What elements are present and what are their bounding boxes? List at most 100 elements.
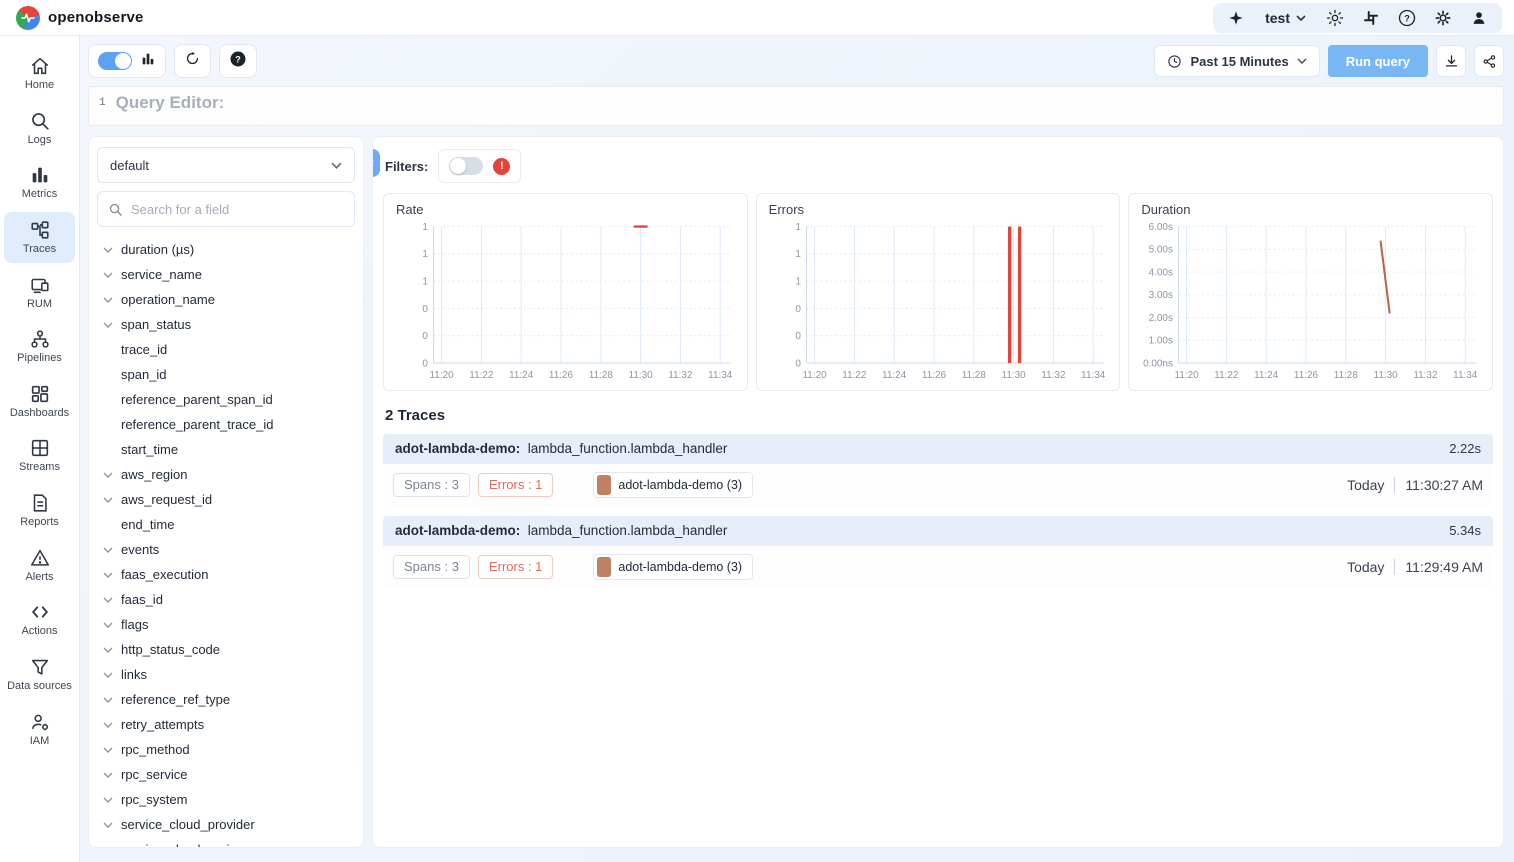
field-search-input[interactable] xyxy=(131,202,344,217)
time-range-picker[interactable]: Past 15 Minutes xyxy=(1154,45,1319,77)
download-button[interactable] xyxy=(1436,45,1466,77)
sql-mode-toggle[interactable] xyxy=(98,52,132,70)
trace-row[interactable]: adot-lambda-demo: lambda_function.lambda… xyxy=(383,516,1493,588)
field-item[interactable]: operation_name xyxy=(97,287,355,312)
sparkle-icon[interactable] xyxy=(1225,7,1247,29)
svg-text:1: 1 xyxy=(422,276,428,287)
svg-text:11:30: 11:30 xyxy=(629,370,654,381)
field-label: start_time xyxy=(121,442,178,457)
sun-icon[interactable] xyxy=(1324,7,1346,29)
sidebar-item-reports[interactable]: Reports xyxy=(4,485,75,536)
sidebar-item-rum[interactable]: RUM xyxy=(4,267,75,318)
home-icon xyxy=(29,55,51,77)
chevron-down-icon xyxy=(101,797,115,803)
sidebar-item-actions[interactable]: Actions xyxy=(4,594,75,645)
trace-timestamp: Today11:29:49 AM xyxy=(1347,559,1483,575)
field-label: events xyxy=(121,542,159,557)
openobserve-logo-icon xyxy=(16,6,40,30)
filters-error-icon[interactable]: ! xyxy=(493,158,510,175)
svg-text:1: 1 xyxy=(795,276,801,287)
service-color-swatch xyxy=(597,475,611,495)
sidebar-item-alerts[interactable]: Alerts xyxy=(4,540,75,591)
query-toolbar: ? Past 15 Minutes Run query xyxy=(88,44,1504,78)
user-icon[interactable] xyxy=(1468,7,1490,29)
sidebar-item-traces[interactable]: Traces xyxy=(4,212,75,263)
stream-select[interactable]: default xyxy=(97,147,355,183)
content: ? Past 15 Minutes Run query xyxy=(80,36,1514,862)
field-item[interactable]: reference_ref_type xyxy=(97,687,355,712)
sidebar-item-streams[interactable]: Streams xyxy=(4,430,75,481)
chevron-down-icon xyxy=(101,697,115,703)
svg-text:0.00ns: 0.00ns xyxy=(1143,358,1173,369)
sidebar-item-metrics[interactable]: Metrics xyxy=(4,157,75,208)
field-item[interactable]: aws_region xyxy=(97,462,355,487)
field-label: service_cloud_provider xyxy=(121,817,255,832)
field-item[interactable]: start_time xyxy=(97,437,355,462)
trace-title: adot-lambda-demo: lambda_function.lambda… xyxy=(395,441,727,456)
sidebar-item-home[interactable]: Home xyxy=(4,48,75,99)
field-item[interactable]: rpc_system xyxy=(97,787,355,812)
help-icon[interactable]: ? xyxy=(1396,7,1418,29)
field-item[interactable]: links xyxy=(97,662,355,687)
brand: openobserve xyxy=(16,6,144,30)
histogram-toggle-icon[interactable] xyxy=(140,51,156,72)
field-item[interactable]: span_id xyxy=(97,362,355,387)
field-item[interactable]: service_cloud_provider xyxy=(97,812,355,837)
trace-timestamp: Today11:30:27 AM xyxy=(1347,477,1483,493)
query-editor[interactable]: 1 Query Editor: xyxy=(88,86,1504,126)
sidebar-item-logs[interactable]: Logs xyxy=(4,103,75,154)
field-item[interactable]: end_time xyxy=(97,512,355,537)
org-selector[interactable]: test xyxy=(1261,10,1310,26)
field-item[interactable]: rpc_service xyxy=(97,762,355,787)
field-item[interactable]: http_status_code xyxy=(97,637,355,662)
field-item[interactable]: duration (µs) xyxy=(97,237,355,262)
svg-text:11:34: 11:34 xyxy=(1081,370,1106,381)
field-item[interactable]: reference_parent_trace_id xyxy=(97,412,355,437)
field-label: operation_name xyxy=(121,292,215,307)
svg-text:11:30: 11:30 xyxy=(1374,370,1399,381)
field-item[interactable]: service_cloud_region xyxy=(97,837,355,848)
field-item[interactable]: flags xyxy=(97,612,355,637)
sidebar-item-dashboards[interactable]: Dashboards xyxy=(4,376,75,427)
refresh-icon[interactable] xyxy=(184,50,201,72)
service-chip: adot-lambda-demo (3) xyxy=(593,472,753,498)
fields-panel: default duration (µs)service_nameoperati… xyxy=(88,136,364,848)
svg-text:11:22: 11:22 xyxy=(469,370,494,381)
svg-text:11:22: 11:22 xyxy=(842,370,867,381)
field-search xyxy=(97,191,355,227)
code-icon xyxy=(29,601,51,623)
chevron-down-icon xyxy=(101,822,115,828)
svg-text:11:28: 11:28 xyxy=(589,370,614,381)
field-item[interactable]: events xyxy=(97,537,355,562)
field-item[interactable]: faas_id xyxy=(97,587,355,612)
svg-text:?: ? xyxy=(1404,13,1410,23)
field-item[interactable]: retry_attempts xyxy=(97,712,355,737)
charts-row: Rate 11:2011:2211:2411:2611:2811:3011:32… xyxy=(383,193,1493,391)
field-item[interactable]: reference_parent_span_id xyxy=(97,387,355,412)
svg-text:?: ? xyxy=(235,54,241,64)
trace-row[interactable]: adot-lambda-demo: lambda_function.lambda… xyxy=(383,434,1493,506)
chevron-down-icon xyxy=(101,772,115,778)
sidebar-item-iam[interactable]: IAM xyxy=(4,704,75,755)
sidebar-item-pipelines[interactable]: Pipelines xyxy=(4,321,75,372)
field-item[interactable]: span_status xyxy=(97,312,355,337)
query-help-icon[interactable]: ? xyxy=(229,50,247,73)
duration-chart-card: Duration 11:2011:2211:2411:2611:2811:301… xyxy=(1128,193,1493,391)
filters-toggle[interactable] xyxy=(449,157,483,175)
field-item[interactable]: rpc_method xyxy=(97,737,355,762)
rate-chart: 11:2011:2211:2411:2611:2811:3011:3211:34… xyxy=(390,219,741,388)
collapse-fields-button[interactable]: ‹ xyxy=(372,149,380,177)
field-item[interactable]: faas_execution xyxy=(97,562,355,587)
sidebar-item-label: Home xyxy=(25,79,54,92)
field-item[interactable]: aws_request_id xyxy=(97,487,355,512)
run-query-button[interactable]: Run query xyxy=(1328,45,1428,77)
field-item[interactable]: trace_id xyxy=(97,337,355,362)
field-label: reference_ref_type xyxy=(121,692,230,707)
gear-icon[interactable] xyxy=(1432,7,1454,29)
slack-icon[interactable] xyxy=(1360,7,1382,29)
sidebar-item-data-sources[interactable]: Data sources xyxy=(4,649,75,700)
bar-chart-icon xyxy=(29,164,51,186)
chevron-down-icon xyxy=(101,297,115,303)
share-button[interactable] xyxy=(1474,45,1504,77)
field-item[interactable]: service_name xyxy=(97,262,355,287)
